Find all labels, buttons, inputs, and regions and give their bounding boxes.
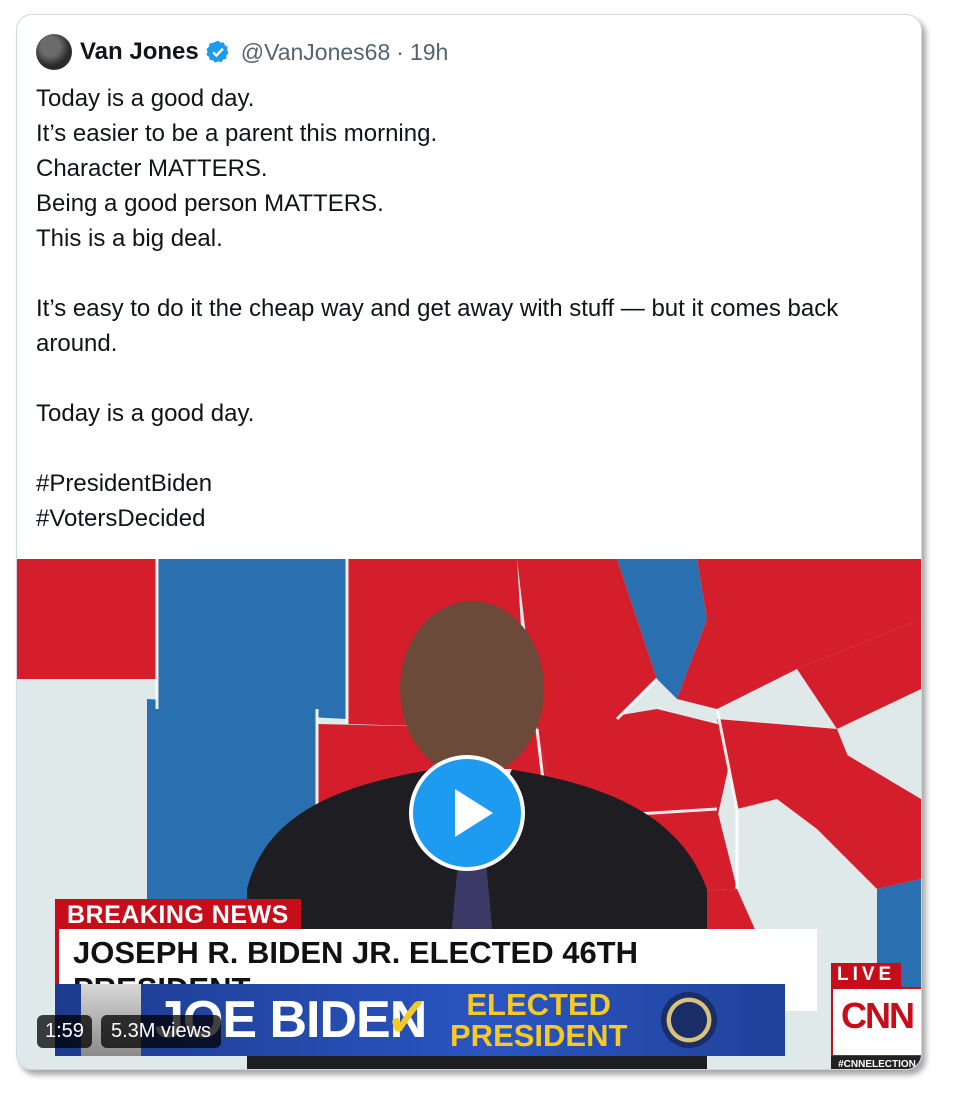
hashtag-link[interactable]: #VotersDecided — [36, 501, 906, 536]
network-logo: CNN — [831, 987, 921, 1057]
tweet-line: It’s easy to do it the cheap way and get… — [36, 295, 839, 357]
separator-dot: · — [396, 38, 404, 65]
network-logo-text: CNN — [841, 995, 915, 1036]
checkmark-icon: ✓ — [385, 988, 431, 1048]
live-badge: LIVE — [831, 963, 902, 987]
presidential-seal-icon — [661, 992, 717, 1048]
tweet-timestamp[interactable]: 19h — [410, 39, 448, 66]
tweet-line: Today is a good day. — [36, 85, 255, 112]
verified-badge-icon — [206, 40, 229, 63]
play-button[interactable] — [409, 755, 525, 871]
tweet-card[interactable]: Van Jones @VanJones68 · 19h Today is a g… — [16, 14, 922, 1070]
author-name[interactable]: Van Jones — [80, 38, 199, 66]
play-icon — [455, 789, 493, 837]
author-handle[interactable]: @VanJones68 — [241, 39, 391, 66]
tweet-line: Being a good person MATTERS. — [36, 190, 384, 217]
tweet-text: Today is a good day. It’s easier to be a… — [36, 81, 906, 536]
ticker-status: ELECTED PRESIDENT — [450, 989, 627, 1051]
avatar[interactable] — [36, 34, 72, 70]
video-player[interactable]: BREAKING NEWS JOSEPH R. BIDEN JR. ELECTE… — [17, 559, 921, 1069]
network-hashtag: #CNNELECTION — [831, 1056, 921, 1069]
tweet-header: Van Jones @VanJones68 · 19h — [36, 32, 448, 72]
tweet-line: This is a big deal. — [36, 225, 223, 252]
ticker-status-line1: ELECTED — [466, 987, 612, 1022]
tweet-line: It’s easier to be a parent this morning. — [36, 120, 438, 147]
tweet-line: Today is a good day. — [36, 400, 255, 427]
breaking-news-label: BREAKING NEWS — [55, 899, 301, 932]
video-view-count: 5.3M views — [101, 1015, 222, 1048]
hashtag-link[interactable]: #PresidentBiden — [36, 466, 906, 501]
tweet-line: Character MATTERS. — [36, 155, 268, 182]
ticker-status-line2: PRESIDENT — [450, 1018, 628, 1053]
video-duration: 1:59 — [37, 1015, 92, 1048]
